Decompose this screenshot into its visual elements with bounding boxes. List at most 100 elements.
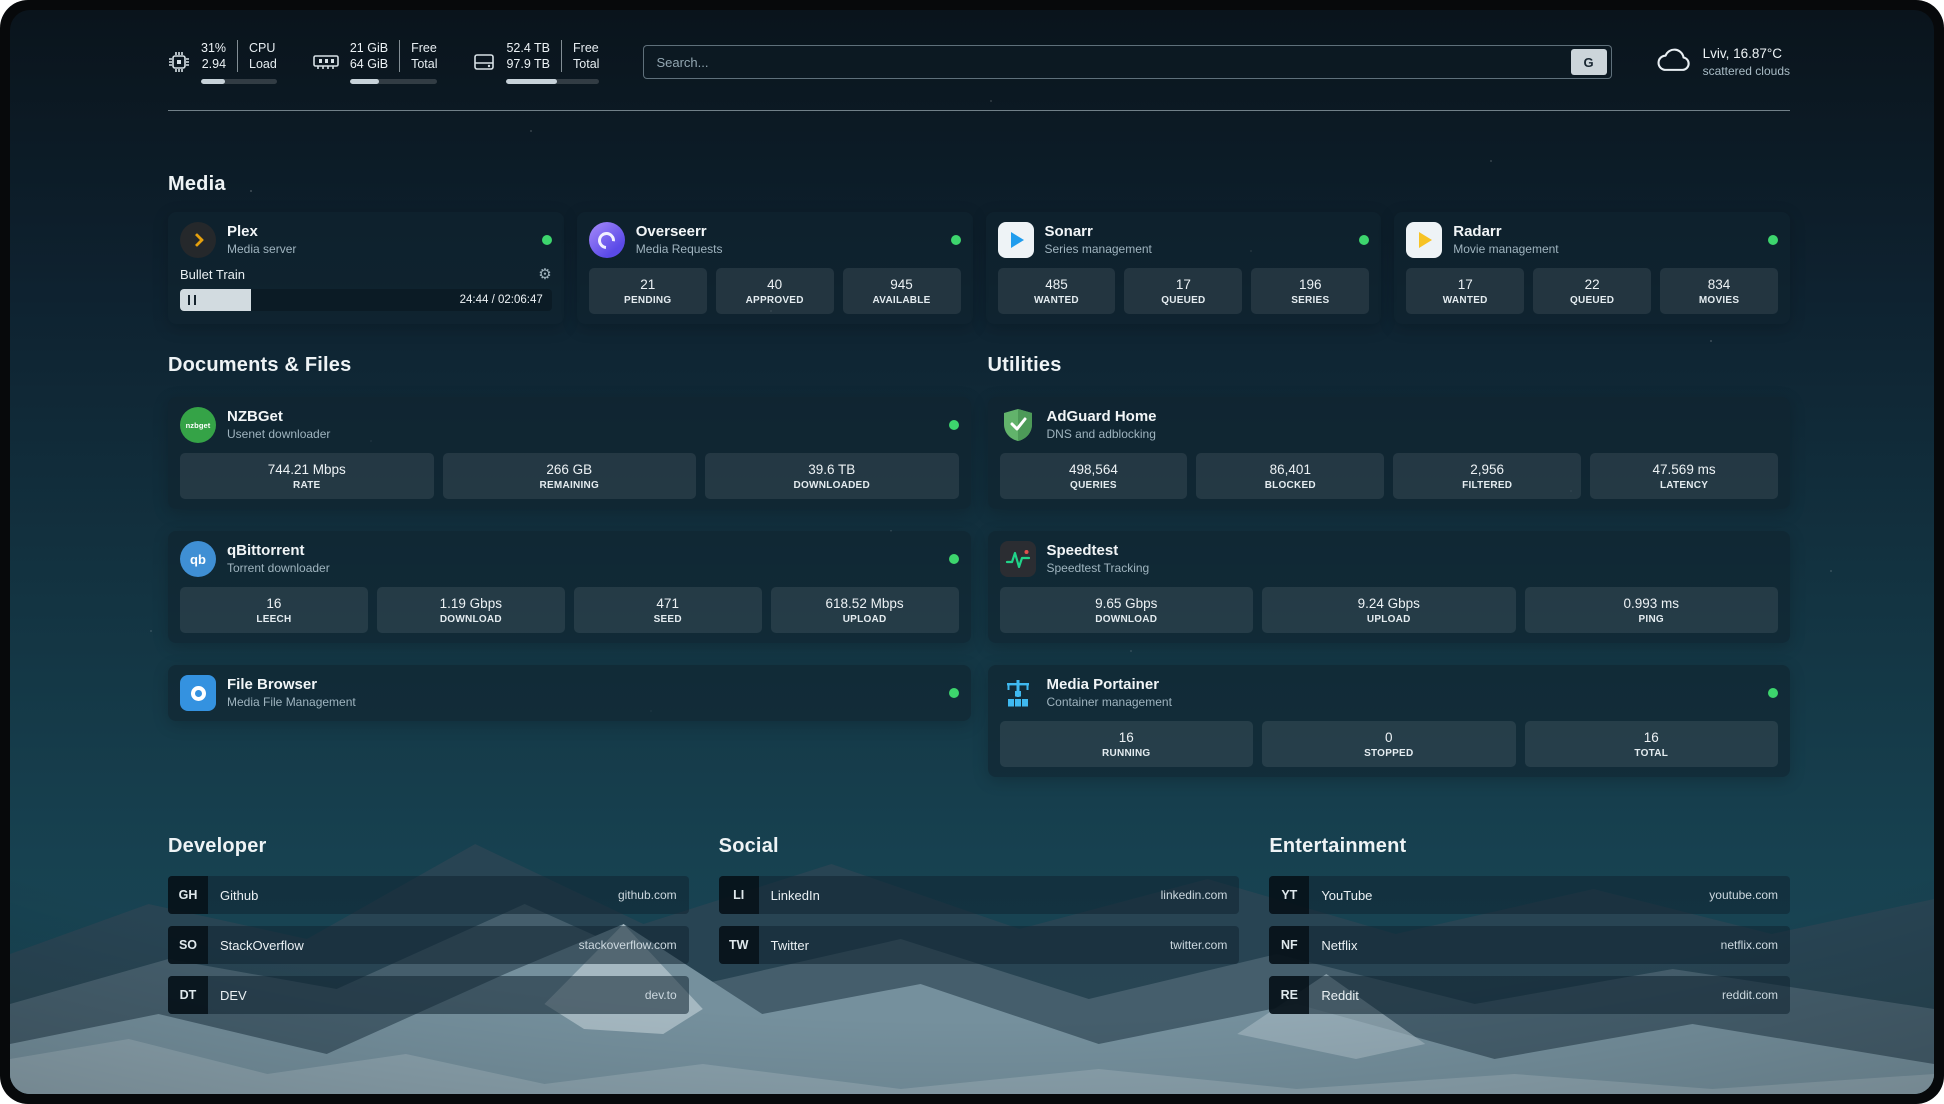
cpu-usage-bar-fill xyxy=(201,79,225,84)
bookmark-stackoverflow[interactable]: SO StackOverflow stackoverflow.com xyxy=(168,926,689,964)
stat-label: WANTED xyxy=(1410,295,1520,306)
cpu-metric: 31% 2.94 CPU Load xyxy=(168,40,277,85)
disk-total-label: Total xyxy=(573,56,599,72)
bookmark-dev[interactable]: DT DEV dev.to xyxy=(168,976,689,1014)
bookmark-name: LinkedIn xyxy=(771,888,820,903)
search-bar: G xyxy=(643,45,1611,79)
section-utilities: Utilities Ad xyxy=(988,354,1791,777)
adguard-card[interactable]: AdGuard Home DNS and adblocking 498,564 … xyxy=(988,397,1791,509)
portainer-card-header: Media Portainer Container management xyxy=(1000,675,1779,711)
stat-label: LEECH xyxy=(184,614,364,625)
bookmark-name: Reddit xyxy=(1321,988,1359,1003)
radarr-card[interactable]: Radarr Movie management 17 WANTED 2 xyxy=(1394,212,1790,324)
bookmark-reddit[interactable]: RE Reddit reddit.com xyxy=(1269,976,1790,1014)
sonarr-card[interactable]: Sonarr Series management 485 WANTED xyxy=(986,212,1382,324)
stat-wanted: 17 WANTED xyxy=(1406,268,1524,314)
stat-value: 618.52 Mbps xyxy=(775,596,955,611)
bookmark-url: github.com xyxy=(618,888,677,902)
stat-value: 498,564 xyxy=(1004,462,1184,477)
disk-values: 52.4 TB 97.9 TB xyxy=(506,40,550,73)
bookmark-name: DEV xyxy=(220,988,247,1003)
topbar: 31% 2.94 CPU Load xyxy=(168,38,1790,86)
overseerr-card-header: Overseerr Media Requests xyxy=(589,222,961,258)
ram-usage-bar xyxy=(350,79,438,84)
stat-label: PING xyxy=(1529,614,1775,625)
stat-filtered: 2,956 FILTERED xyxy=(1393,453,1581,499)
stat-label: WANTED xyxy=(1002,295,1112,306)
filebrowser-card[interactable]: File Browser Media File Management xyxy=(168,665,971,721)
dev-badge-icon: DT xyxy=(168,976,208,1014)
pause-icon[interactable] xyxy=(188,295,196,305)
bookmark-netflix[interactable]: NF Netflix netflix.com xyxy=(1269,926,1790,964)
bookmark-youtube[interactable]: YT YouTube youtube.com xyxy=(1269,876,1790,914)
filebrowser-circle-icon xyxy=(191,686,206,701)
stat-pending: 21 PENDING xyxy=(589,268,707,314)
stackoverflow-badge-icon: SO xyxy=(168,926,208,964)
search-input[interactable] xyxy=(656,55,1570,70)
stat-ping: 0.993 ms PING xyxy=(1525,587,1779,633)
filebrowser-card-header: File Browser Media File Management xyxy=(180,675,959,711)
github-badge-icon: GH xyxy=(168,876,208,914)
stat-total: 16 TOTAL xyxy=(1525,721,1779,767)
nzbget-card[interactable]: nzbget NZBGet Usenet downloader 744.21 M… xyxy=(168,397,971,509)
speedtest-card[interactable]: Speedtest Speedtest Tracking 9.65 Gbps D… xyxy=(988,531,1791,643)
speedtest-subtitle: Speedtest Tracking xyxy=(1047,561,1150,577)
play-triangle-icon xyxy=(1011,232,1024,248)
netflix-badge-icon: NF xyxy=(1269,926,1309,964)
ram-usage-bar-fill xyxy=(350,79,379,84)
overseerr-swirl-icon xyxy=(595,228,619,252)
cpu-load-label: Load xyxy=(249,56,277,72)
stat-label: BLOCKED xyxy=(1200,480,1380,491)
section-documents: Documents & Files nzbget NZBGet Usenet d… xyxy=(168,354,971,721)
ram-values: 21 GiB 64 GiB xyxy=(350,40,388,73)
media-grid: Plex Media server Bullet Train ⚙ xyxy=(168,212,1790,324)
playback-progress-bar[interactable]: 24:44 / 02:06:47 xyxy=(180,289,552,311)
stat-series: 196 SERIES xyxy=(1251,268,1369,314)
stat-upload: 618.52 Mbps UPLOAD xyxy=(771,587,959,633)
stat-value: 17 xyxy=(1128,277,1238,292)
bookmark-github[interactable]: GH Github github.com xyxy=(168,876,689,914)
filebrowser-status-dot xyxy=(949,688,959,698)
plex-card[interactable]: Plex Media server Bullet Train ⚙ xyxy=(168,212,564,324)
search-engine-button[interactable]: G xyxy=(1571,49,1607,75)
weather-condition: scattered clouds xyxy=(1703,63,1790,79)
qbittorrent-card[interactable]: qb qBittorrent Torrent downloader 16 LEE… xyxy=(168,531,971,643)
gear-icon[interactable]: ⚙ xyxy=(538,267,551,282)
plex-chevron-icon xyxy=(189,233,203,247)
nzbget-status-dot xyxy=(949,420,959,430)
disk-free-label: Free xyxy=(573,40,599,56)
stat-seed: 471 SEED xyxy=(574,587,762,633)
overseerr-card[interactable]: Overseerr Media Requests 21 PENDING xyxy=(577,212,973,324)
filebrowser-icon xyxy=(180,675,216,711)
youtube-badge-icon: YT xyxy=(1269,876,1309,914)
twitter-badge-icon: TW xyxy=(719,926,759,964)
bookmark-name: Github xyxy=(220,888,258,903)
filebrowser-subtitle: Media File Management xyxy=(227,695,356,711)
stat-label: STOPPED xyxy=(1266,748,1512,759)
stat-rate: 744.21 Mbps RATE xyxy=(180,453,434,499)
stat-label: AVAILABLE xyxy=(847,295,957,306)
stat-label: RATE xyxy=(184,480,430,491)
bookmark-twitter[interactable]: TW Twitter twitter.com xyxy=(719,926,1240,964)
now-playing-title: Bullet Train xyxy=(180,267,245,282)
portainer-card[interactable]: Media Portainer Container management 16 … xyxy=(988,665,1791,777)
stat-value: 945 xyxy=(847,277,957,292)
bookmark-list: YT YouTube youtube.com NF Netflix netfli… xyxy=(1269,876,1790,1014)
plex-subtitle: Media server xyxy=(227,242,296,258)
portainer-title: Media Portainer xyxy=(1047,675,1172,695)
adguard-subtitle: DNS and adblocking xyxy=(1047,427,1157,443)
disk-icon xyxy=(473,52,495,72)
cpu-load-value: 2.94 xyxy=(202,56,226,72)
adguard-stats: 498,564 QUERIES 86,401 BLOCKED 2,956 FIL… xyxy=(1000,453,1779,499)
radarr-title: Radarr xyxy=(1453,222,1558,242)
stat-label: SERIES xyxy=(1255,295,1365,306)
ram-total-label: Total xyxy=(411,56,437,72)
stat-label: PENDING xyxy=(593,295,703,306)
weather-widget[interactable]: Lviv, 16.87°C scattered clouds xyxy=(1656,45,1790,79)
bookmark-linkedin[interactable]: LI LinkedIn linkedin.com xyxy=(719,876,1240,914)
disk-free-value: 52.4 TB xyxy=(506,40,550,56)
stat-value: 40 xyxy=(720,277,830,292)
cpu-label: CPU xyxy=(249,40,275,56)
bookmark-name: YouTube xyxy=(1321,888,1372,903)
stat-value: 834 xyxy=(1664,277,1774,292)
